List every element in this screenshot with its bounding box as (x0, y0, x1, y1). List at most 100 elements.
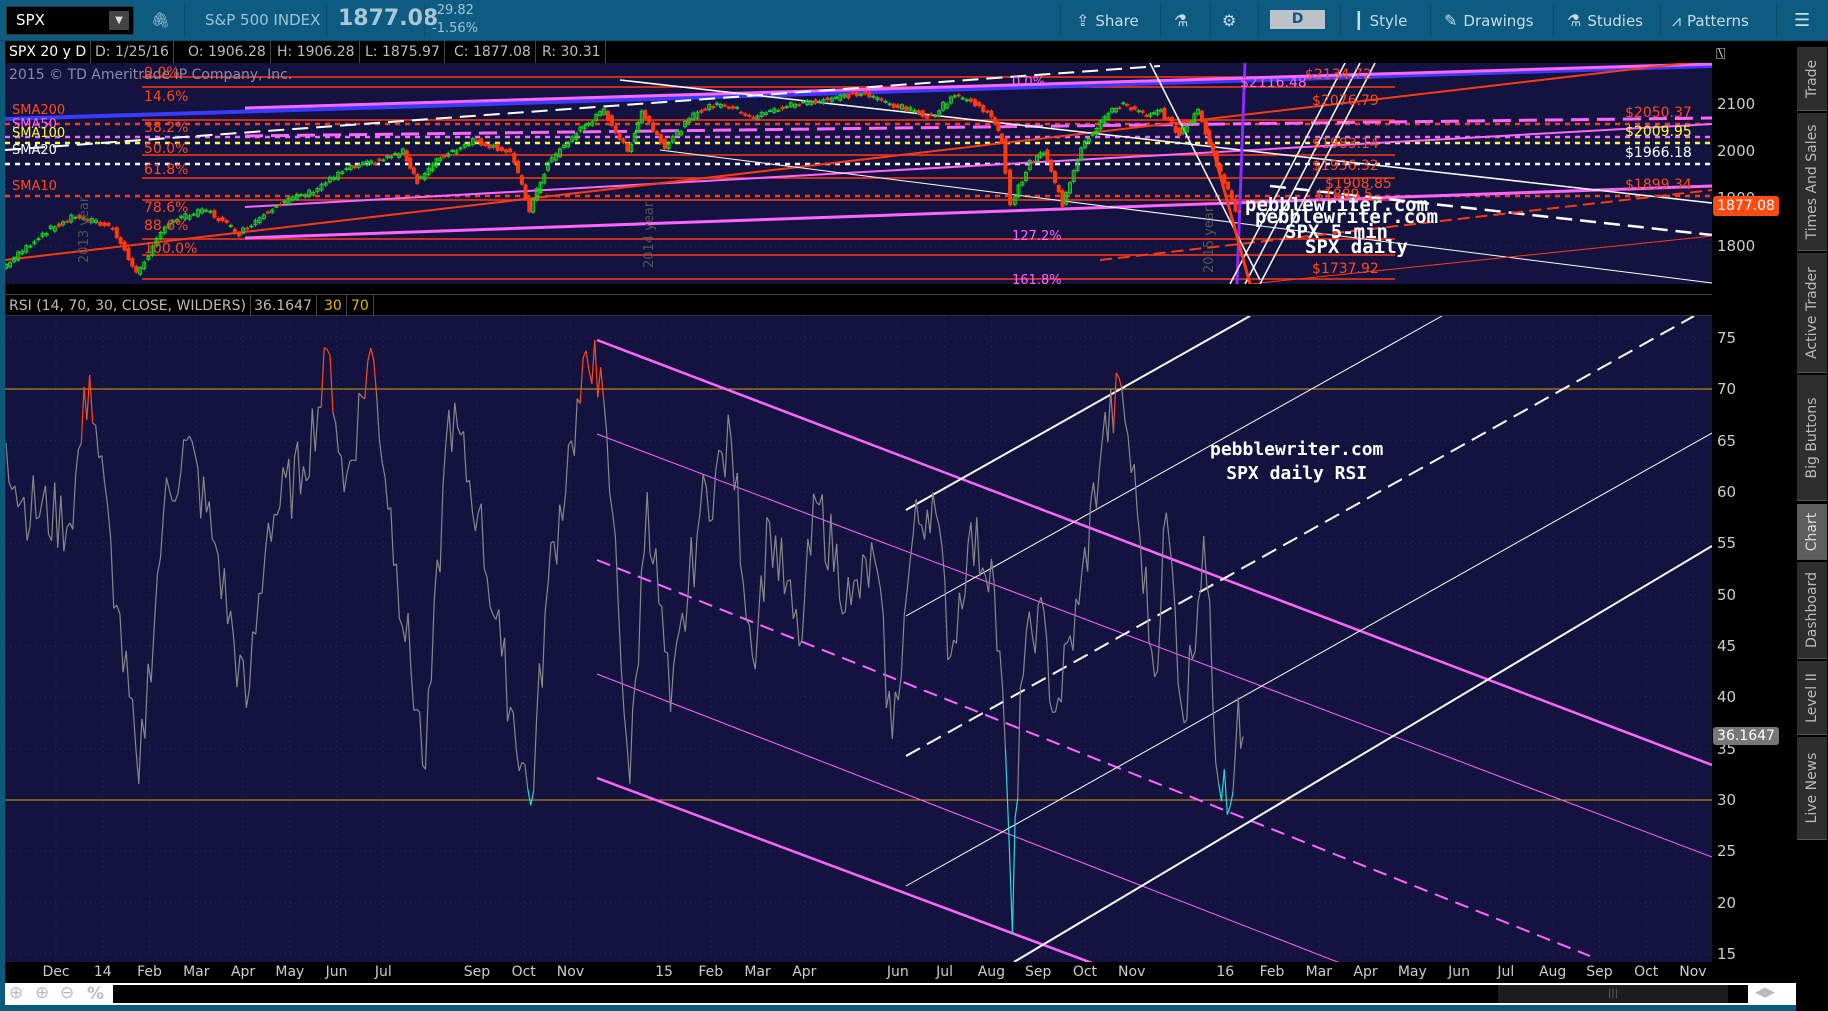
rsi-segment (672, 643, 678, 667)
rsi-segment (329, 355, 334, 412)
rsi-segment (208, 501, 213, 540)
rsi-segment (687, 537, 692, 592)
sidebar-tab-chart[interactable]: Chart (1797, 504, 1827, 560)
symbol-selector[interactable]: SPX ▼ (6, 6, 134, 35)
link-icon[interactable]: 🖇 (151, 0, 170, 41)
patterns-button[interactable]: ⩘ Patterns (1672, 0, 1749, 41)
candle (224, 220, 229, 223)
time-scrollbar[interactable]: ||| (113, 985, 1748, 1003)
candle (1203, 120, 1208, 135)
crosshair-icon[interactable]: ⊕ (9, 983, 23, 1003)
rsi-segment (8, 481, 13, 490)
watermark-text: pebblewriter.com SPX daily RSI (1210, 438, 1383, 486)
candle (373, 162, 378, 165)
rsi-segment (302, 466, 307, 482)
scrollbar-thumb[interactable]: ||| (1498, 985, 1728, 1003)
candle (780, 106, 785, 110)
settings-button[interactable]: ⚙ (1222, 0, 1242, 41)
rsi-channels[interactable] (596, 316, 1712, 962)
rsi-segment (107, 507, 112, 541)
fib-level-label: 50.0% (144, 141, 189, 157)
candle (968, 98, 973, 102)
rsi-segment (518, 762, 523, 772)
menu-button[interactable]: ☰ (1794, 0, 1810, 41)
price-level-label: $2116.48 (1240, 75, 1307, 91)
zoom-out-icon[interactable]: ⊖ (60, 983, 74, 1003)
rsi-segment (724, 414, 729, 478)
study-settings-icon[interactable]: ⍂ (1716, 44, 1726, 64)
price-axis[interactable] (1712, 41, 1796, 962)
time-axis-label: Feb (137, 964, 162, 980)
drag-handle-icon[interactable]: ◀▶ (1755, 985, 1775, 1000)
studies-button[interactable]: ⚗ Studies (1567, 0, 1643, 41)
price-level-label: $2050.37 (1625, 105, 1692, 121)
time-axis-label: Mar (744, 964, 771, 980)
studies-label: Studies (1587, 12, 1643, 30)
candle (867, 92, 872, 98)
rsi-segment (926, 509, 931, 534)
candle (1218, 164, 1223, 173)
time-axis-label: Oct (1634, 964, 1659, 980)
panel-divider[interactable] (5, 284, 1712, 294)
drawings-button[interactable]: ✎ Drawings (1444, 0, 1534, 41)
candle (863, 90, 868, 95)
rsi-segment (433, 559, 438, 601)
rsi-segment (430, 600, 435, 682)
patterns-icon: ⩘ (1672, 11, 1682, 30)
candle (512, 152, 517, 164)
candle (102, 222, 107, 226)
candle (735, 106, 740, 109)
rsi-segment (51, 482, 56, 541)
rsi-segment (214, 543, 219, 556)
rsi-segment (72, 474, 77, 530)
sidebar-tab-big-buttons[interactable]: Big Buttons (1797, 375, 1827, 501)
chevron-down-icon[interactable]: ▼ (109, 11, 129, 30)
candle (813, 99, 818, 104)
candle (846, 94, 851, 99)
rsi-segment (261, 553, 266, 594)
rsi-segment (101, 455, 106, 484)
candle (1056, 185, 1061, 193)
candle (751, 116, 756, 119)
patterns-label: Patterns (1687, 12, 1749, 30)
rsi-segment (897, 675, 902, 701)
zoom-in-icon[interactable]: ⊕ (35, 983, 49, 1003)
time-axis-label: Dec (42, 964, 70, 980)
aggregation-button[interactable]: D (1270, 10, 1325, 29)
rsi-chart[interactable]: pebblewriter.com SPX daily RSI (5, 316, 1712, 962)
sidebar-tab-trade[interactable]: Trade (1797, 47, 1827, 111)
candle (999, 133, 1004, 143)
rsi-segment (882, 615, 887, 709)
candle (274, 205, 279, 208)
price-chart[interactable]: 2015 © TD Ameritrade IP Company, Inc. SM… (5, 63, 1712, 309)
rsi-study-name[interactable]: RSI (14, 70, 30, CLOSE, WILDERS) (5, 295, 252, 317)
flask-button[interactable]: ⚗ (1174, 0, 1194, 41)
candle (1045, 149, 1050, 162)
candle (442, 155, 447, 158)
rsi-segment (427, 680, 432, 690)
fib-level-label: 14.6% (144, 89, 189, 105)
candle (130, 258, 135, 267)
sidebar-tab-dashboard[interactable]: Dashboard (1797, 562, 1827, 659)
rsi-segment (944, 579, 949, 661)
time-axis[interactable]: Dec 14 Feb Mar Apr May Jun Jul Sep Oct Nov 15 Feb Mar… (5, 962, 1796, 983)
percent-scale-button[interactable]: % (87, 984, 104, 1004)
rsi-segment (909, 533, 914, 560)
rsi-segment (833, 543, 838, 572)
rsi-segment (1092, 482, 1097, 509)
rsi-segment (1218, 783, 1223, 802)
rsi-segment (838, 599, 844, 615)
sidebar-tab-level-ii[interactable]: Level II (1797, 661, 1827, 735)
rsi-segment (620, 667, 625, 714)
style-button[interactable]: ┃ Style (1354, 0, 1407, 41)
candle (106, 222, 111, 226)
rsi-segment (984, 576, 990, 593)
rsi-segment (1031, 635, 1036, 654)
sidebar-tab-times-and-sales[interactable]: Times And Sales (1797, 113, 1827, 251)
share-button[interactable]: ⇪ Share (1076, 0, 1139, 41)
sidebar-tab-active-trader[interactable]: Active Trader (1797, 253, 1827, 373)
price-axis-label: 2000 (1717, 142, 1756, 160)
sidebar-tab-live-news[interactable]: Live News (1797, 737, 1827, 840)
time-axis-label: Aug (1538, 964, 1567, 980)
rsi-segment (370, 348, 375, 360)
